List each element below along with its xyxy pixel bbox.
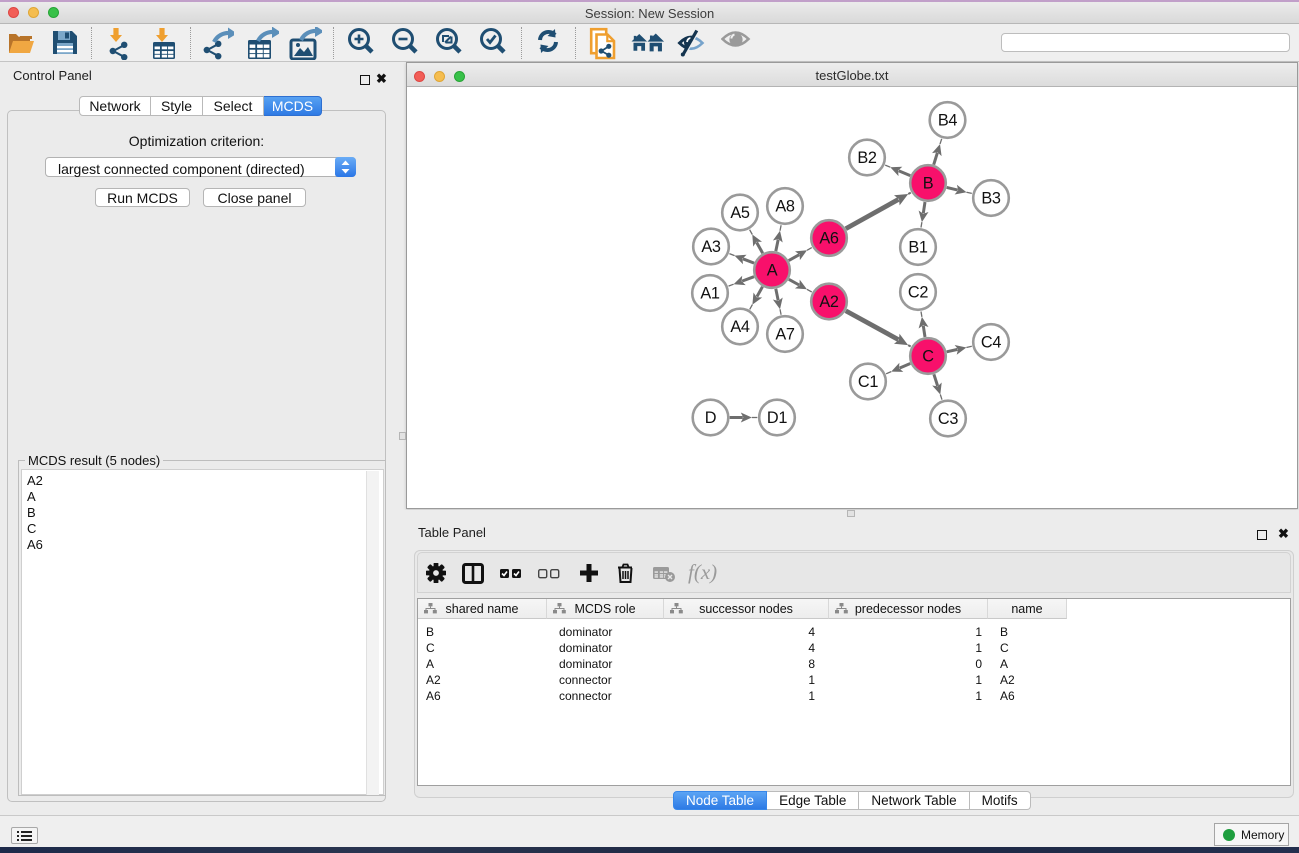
svg-text:C4: C4 <box>981 334 1001 352</box>
svg-text:A4: A4 <box>730 318 750 336</box>
svg-text:B1: B1 <box>908 239 928 257</box>
svg-text:B2: B2 <box>857 149 877 167</box>
svg-text:A8: A8 <box>775 198 795 216</box>
svg-text:A6: A6 <box>819 230 839 248</box>
svg-text:A1: A1 <box>700 285 720 303</box>
svg-text:D1: D1 <box>767 409 787 427</box>
svg-text:C3: C3 <box>938 410 958 428</box>
svg-text:A3: A3 <box>701 238 721 256</box>
svg-text:A5: A5 <box>730 204 750 222</box>
svg-text:C1: C1 <box>858 373 878 391</box>
svg-text:B: B <box>923 175 934 193</box>
svg-text:A2: A2 <box>819 293 839 311</box>
svg-text:C2: C2 <box>908 284 928 302</box>
svg-text:B3: B3 <box>981 190 1001 208</box>
svg-text:A7: A7 <box>775 326 795 344</box>
svg-text:A: A <box>767 262 778 280</box>
svg-text:B4: B4 <box>938 112 958 130</box>
svg-text:D: D <box>705 409 716 427</box>
svg-text:C: C <box>922 348 934 366</box>
